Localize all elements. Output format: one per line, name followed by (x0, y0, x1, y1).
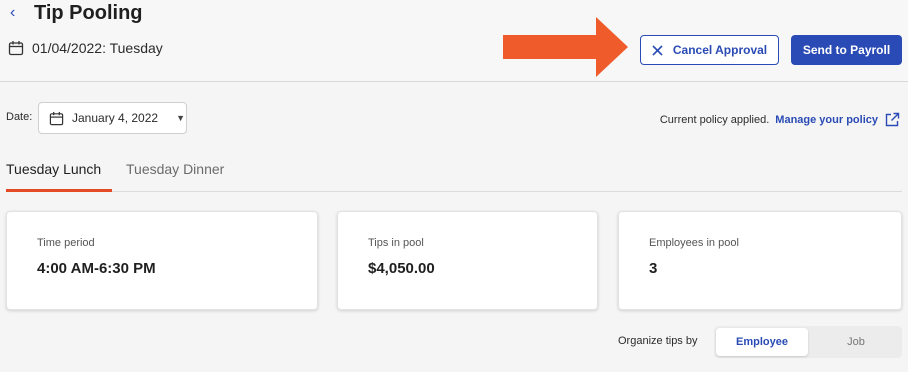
card-label: Employees in pool (649, 237, 739, 249)
date-picker-dropdown[interactable]: January 4, 2022 ▼ (38, 102, 187, 134)
organize-tips-label: Organize tips by (618, 335, 698, 347)
employees-in-pool-card: Employees in pool 3 (618, 211, 902, 310)
close-icon (652, 44, 663, 56)
card-value: 3 (649, 260, 658, 277)
organize-by-employee-button[interactable]: Employee (716, 328, 808, 356)
cancel-approval-button[interactable]: Cancel Approval (640, 35, 779, 65)
back-chevron-icon[interactable]: ‹ (10, 4, 15, 22)
card-label: Tips in pool (368, 237, 424, 249)
annotation-arrow-icon (503, 17, 628, 77)
time-period-card: Time period 4:00 AM-6:30 PM (6, 211, 318, 310)
calendar-icon (49, 111, 64, 125)
page-title: Tip Pooling (34, 2, 143, 24)
active-tab-indicator (6, 189, 112, 192)
shift-tabs: Tuesday Lunch Tuesday Dinner (6, 156, 902, 192)
policy-text: Current policy applied. (659, 114, 770, 126)
tab-tuesday-dinner[interactable]: Tuesday Dinner (126, 161, 224, 177)
policy-info: Current policy applied. Manage your poli… (660, 112, 900, 128)
page-header: ‹ Tip Pooling 01/04/2022: Tuesday Cancel… (0, 0, 908, 82)
organize-by-job-button[interactable]: Job (814, 328, 898, 356)
manage-policy-link[interactable]: Manage your policy (775, 114, 878, 126)
send-to-payroll-button[interactable]: Send to Payroll (791, 35, 902, 65)
tips-in-pool-card: Tips in pool $4,050.00 (337, 211, 598, 310)
cancel-approval-label: Cancel Approval (672, 43, 768, 57)
date-text: 01/04/2022: Tuesday (32, 40, 163, 56)
date-picker-value: January 4, 2022 (72, 111, 159, 125)
card-value: $4,050.00 (368, 260, 435, 277)
card-value: 4:00 AM-6:30 PM (37, 260, 156, 277)
date-filter-label: Date: (6, 111, 33, 123)
caret-down-icon: ▼ (176, 113, 185, 123)
date-display: 01/04/2022: Tuesday (8, 40, 163, 56)
organize-toggle: Employee Job (714, 326, 902, 358)
calendar-icon (8, 41, 24, 56)
tab-tuesday-lunch[interactable]: Tuesday Lunch (6, 161, 101, 177)
external-link-icon[interactable] (884, 112, 900, 128)
card-label: Time period (37, 237, 95, 249)
